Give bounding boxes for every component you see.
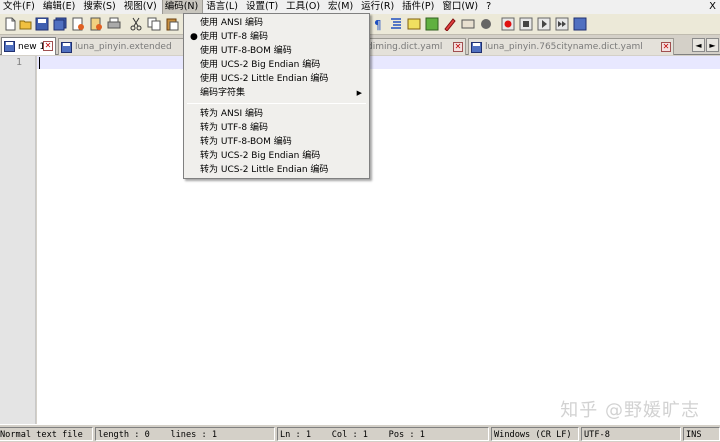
tab-label: luna_pinyin.765cityname.dict.yaml [485, 42, 643, 52]
menu-item-use-utf8-bom[interactable]: 使用 UTF-8-BOM 编码 [185, 44, 368, 58]
status-eol-format[interactable]: Windows (CR LF) [491, 427, 579, 441]
close-all-icon[interactable] [88, 16, 104, 32]
status-lines: lines : 1 [170, 430, 218, 440]
gear-icon[interactable] [478, 16, 494, 32]
tab-luna-pinyin-extended[interactable]: luna_pinyin.extended [58, 38, 184, 55]
status-bar: Normal text file length : 0 lines : 1 Ln… [0, 424, 720, 442]
menubar: 文件(F) 编辑(E) 搜索(S) 视图(V) 编码(N) 语言(L) 设置(T… [0, 0, 720, 15]
line-number-gutter: 1 [0, 56, 36, 424]
monitoring-icon[interactable] [460, 16, 476, 32]
menu-item-label: 编码字符集 [200, 88, 246, 98]
tab-close-icon[interactable]: ✕ [43, 41, 53, 51]
tab-label: luna_pinyin.extended [75, 42, 172, 52]
tab-close-icon[interactable]: ✕ [661, 42, 671, 52]
save-all-icon[interactable] [52, 16, 68, 32]
save-icon[interactable] [34, 16, 50, 32]
menu-item-label: 使用 UTF-8 编码 [200, 32, 268, 42]
play-macro-icon[interactable] [536, 16, 552, 32]
menu-run[interactable]: 运行(R) [358, 0, 399, 14]
indent-guide-icon[interactable] [388, 16, 404, 32]
print-icon[interactable] [106, 16, 122, 32]
status-col: Col : 1 [331, 430, 368, 440]
menu-help[interactable]: ? [483, 0, 496, 14]
tab-luna-pinyin-765cityname[interactable]: luna_pinyin.765cityname.dict.yaml ✕ [468, 38, 674, 55]
menu-item-use-ansi[interactable]: 使用 ANSI 编码 [185, 16, 368, 30]
current-line-highlight [37, 56, 720, 69]
close-document-button[interactable]: X [709, 0, 716, 14]
menu-macro[interactable]: 宏(M) [325, 0, 358, 14]
tab-label: new 1 [18, 41, 46, 52]
file-tab-icon [4, 41, 15, 52]
tab-new-1[interactable]: new 1 ✕ [1, 37, 56, 55]
menu-item-charset-submenu[interactable]: 编码字符集 ▶ [185, 86, 368, 100]
save-macro-icon[interactable] [572, 16, 588, 32]
menu-window[interactable]: 窗口(W) [439, 0, 483, 14]
svg-text:¶: ¶ [374, 18, 382, 31]
status-pos: Pos : 1 [388, 430, 425, 440]
menu-item-use-ucs2-be[interactable]: 使用 UCS-2 Big Endian 编码 [185, 58, 368, 72]
show-all-chars-icon[interactable]: ¶ [370, 16, 386, 32]
tab-diming-dict[interactable]: diming.dict.yaml ✕ [366, 38, 466, 55]
tab-close-icon[interactable]: ✕ [453, 42, 463, 52]
close-file-icon[interactable] [70, 16, 86, 32]
menu-language[interactable]: 语言(L) [203, 0, 243, 14]
new-file-icon[interactable] [2, 16, 18, 32]
menu-item-convert-ucs2-le[interactable]: 转为 UCS-2 Little Endian 编码 [185, 163, 368, 177]
watermark: 知乎 @野媛旷志 [560, 400, 700, 421]
menu-file[interactable]: 文件(F) [0, 0, 40, 14]
menu-tools[interactable]: 工具(O) [283, 0, 325, 14]
file-tab-icon [61, 41, 72, 53]
encoding-dropdown-menu: 使用 ANSI 编码 ● 使用 UTF-8 编码 使用 UTF-8-BOM 编码… [183, 13, 370, 179]
submenu-arrow-icon: ▶ [356, 89, 362, 97]
doc-map-icon[interactable] [406, 16, 422, 32]
tab-scroll-right-button[interactable]: ► [706, 38, 719, 52]
menu-search[interactable]: 搜索(S) [80, 0, 120, 14]
menu-view[interactable]: 视图(V) [121, 0, 162, 14]
tab-label: diming.dict.yaml [367, 42, 443, 52]
text-caret [39, 57, 40, 69]
menu-settings[interactable]: 设置(T) [243, 0, 283, 14]
menu-item-use-utf8[interactable]: ● 使用 UTF-8 编码 [185, 30, 368, 44]
open-file-icon[interactable] [18, 16, 34, 32]
status-length-lines: length : 0 lines : 1 [95, 427, 275, 441]
line-number: 1 [15, 57, 22, 68]
menu-item-convert-utf8-bom[interactable]: 转为 UTF-8-BOM 编码 [185, 135, 368, 149]
menu-item-convert-ucs2-be[interactable]: 转为 UCS-2 Big Endian 编码 [185, 149, 368, 163]
menu-separator [187, 103, 366, 104]
run-macro-multiple-icon[interactable] [554, 16, 570, 32]
status-encoding[interactable]: UTF-8 [581, 427, 681, 441]
menu-plugins[interactable]: 插件(P) [399, 0, 439, 14]
stop-macro-icon[interactable] [518, 16, 534, 32]
record-macro-icon[interactable] [500, 16, 516, 32]
file-tab-icon [471, 41, 482, 53]
menu-item-convert-ansi[interactable]: 转为 ANSI 编码 [185, 107, 368, 121]
status-position: Ln : 1 Col : 1 Pos : 1 [277, 427, 489, 441]
menu-edit[interactable]: 编辑(E) [40, 0, 80, 14]
copy-icon[interactable] [146, 16, 162, 32]
status-length: length : 0 [98, 430, 150, 440]
function-list-icon[interactable] [424, 16, 440, 32]
menu-item-convert-utf8[interactable]: 转为 UTF-8 编码 [185, 121, 368, 135]
tab-scroll-left-button[interactable]: ◄ [692, 38, 705, 52]
menu-item-use-ucs2-le[interactable]: 使用 UCS-2 Little Endian 编码 [185, 72, 368, 86]
checked-bullet-icon: ● [190, 32, 198, 42]
status-file-type: Normal text file [0, 427, 93, 441]
paste-icon[interactable] [164, 16, 180, 32]
text-editor[interactable]: 知乎 @野媛旷志 [37, 56, 720, 424]
status-ln: Ln : 1 [280, 430, 312, 440]
folder-workspace-icon[interactable] [442, 16, 458, 32]
status-insert-mode: INS [683, 427, 720, 441]
cut-icon[interactable] [128, 16, 144, 32]
